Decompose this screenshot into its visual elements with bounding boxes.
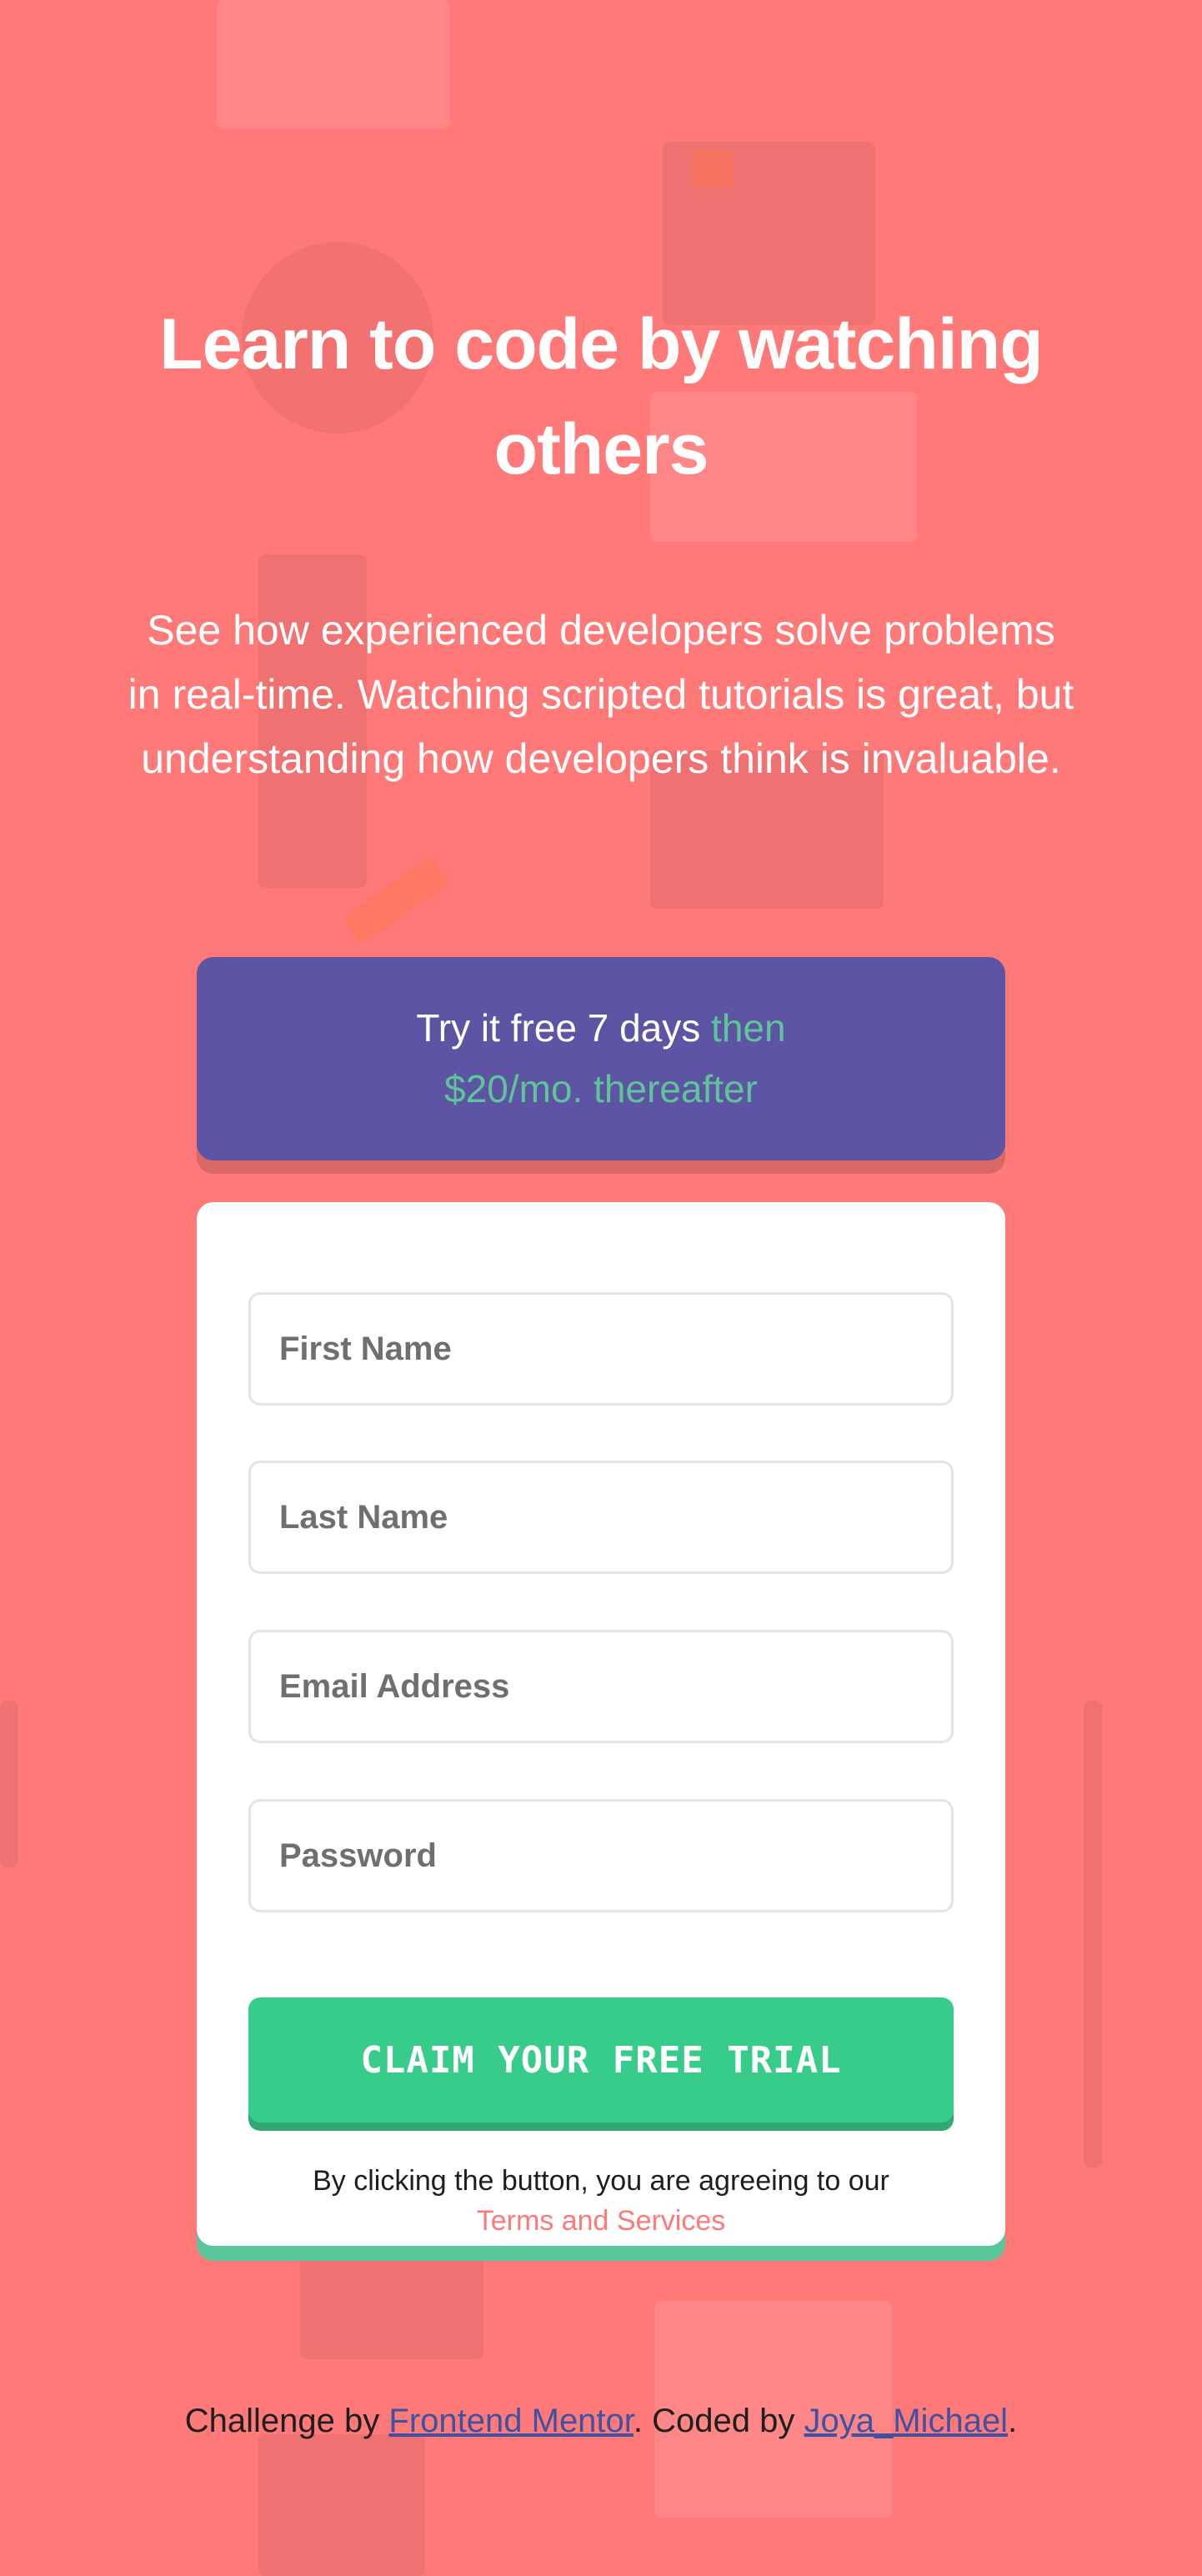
hero-title: Learn to code by watching others	[159, 304, 1044, 489]
offer-strong-text: Try it free 7 days	[416, 1006, 701, 1050]
offer-banner: Try it free 7 days then $20/mo. thereaft…	[197, 957, 1005, 1160]
terms-text: By clicking the button, you are agreeing…	[197, 2161, 1005, 2241]
attribution-footer: Challenge by Frontend Mentor. Coded by J…	[0, 2403, 1202, 2440]
password-field[interactable]	[248, 1799, 954, 1912]
claim-trial-button[interactable]: CLAIM YOUR FREE TRIAL	[248, 1997, 954, 2122]
frontend-mentor-link[interactable]: Frontend Mentor	[388, 2403, 634, 2439]
offer-text: Try it free 7 days then $20/mo. thereaft…	[363, 998, 839, 1120]
coded-prefix: . Coded by	[633, 2403, 795, 2439]
house-icon	[217, 0, 450, 129]
terms-prefix: By clicking the button, you are agreeing…	[313, 2165, 889, 2197]
email-field[interactable]	[248, 1630, 954, 1743]
author-link[interactable]: Joya_Michael	[804, 2403, 1009, 2439]
footer-suffix: .	[1008, 2403, 1018, 2439]
hero-description: See how experienced developers solve pro…	[128, 607, 1074, 782]
edge-shape-right	[1084, 1701, 1102, 2168]
challenge-prefix: Challenge by	[184, 2403, 380, 2439]
terms-link[interactable]: Terms and Services	[477, 2205, 726, 2237]
toolbox-handle-icon	[692, 150, 734, 188]
first-name-field[interactable]	[248, 1292, 954, 1406]
pencil-icon	[342, 855, 450, 945]
last-name-field[interactable]	[248, 1461, 954, 1574]
page: Learn to code by watching others See how…	[0, 0, 1202, 2576]
edge-shape-left	[0, 1701, 18, 1867]
signup-form: CLAIM YOUR FREE TRIAL By clicking the bu…	[197, 1202, 1005, 2246]
bag-icon	[258, 2434, 425, 2576]
